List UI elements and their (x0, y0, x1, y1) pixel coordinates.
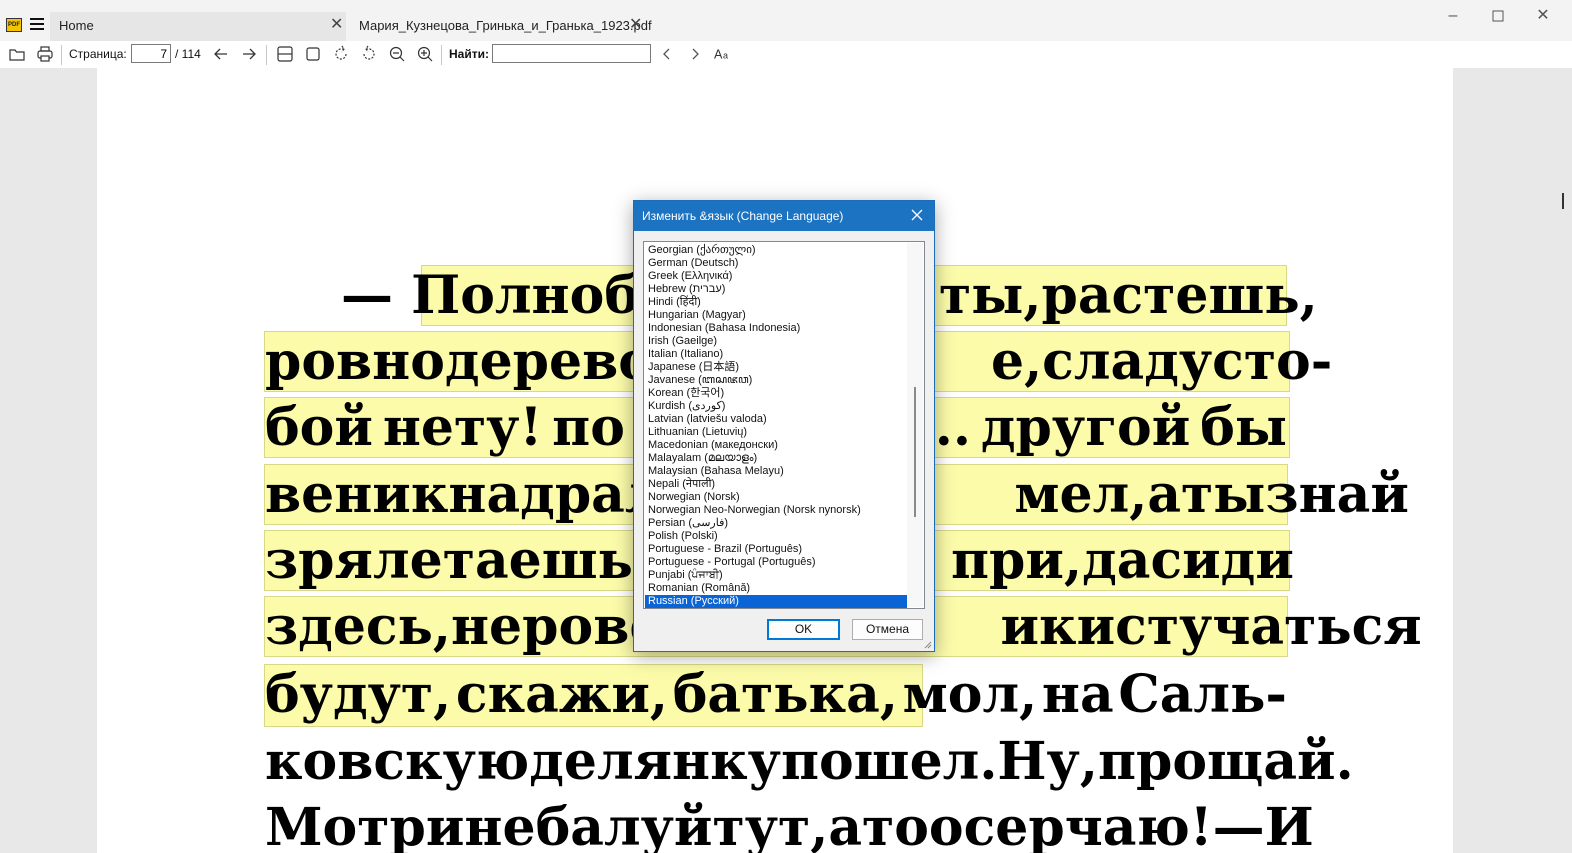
language-option[interactable]: Polish (Polski) (645, 530, 907, 543)
language-option[interactable]: German (Deutsch) (645, 257, 907, 270)
language-list[interactable]: Georgian (ქართული) German (Deutsch) Greek … (645, 244, 907, 608)
open-folder-icon[interactable] (8, 45, 26, 63)
resize-grip-icon[interactable] (922, 639, 932, 649)
rotate-left-icon[interactable] (332, 45, 350, 63)
dialog-title: Изменить &язык (Change Language) (642, 209, 844, 223)
language-option[interactable]: Irish (Gaeilge) (645, 335, 907, 348)
change-language-dialog: Изменить &язык (Change Language) Georgia… (633, 200, 935, 652)
tab-label: Home (59, 18, 94, 33)
find-input[interactable] (492, 44, 651, 63)
scrollbar-thumb[interactable] (914, 387, 916, 517)
language-option[interactable]: Norwegian Neo-Norwegian (Norsk nynorsk) (645, 504, 907, 517)
find-label: Найти: (449, 47, 489, 61)
close-icon[interactable] (908, 205, 926, 225)
cancel-button[interactable]: Отмена (852, 619, 923, 640)
language-option[interactable]: Portuguese - Brazil (Português) (645, 543, 907, 556)
zoom-out-icon[interactable] (388, 45, 406, 63)
language-option[interactable]: Persian (فارسی) (645, 517, 907, 530)
listbox-scrollbar[interactable] (907, 243, 923, 607)
svg-text:a: a (723, 51, 728, 61)
find-next-icon[interactable] (686, 45, 704, 63)
text-line: ковскую делянку пошел. Ну, прощай. (265, 731, 1354, 792)
language-option[interactable]: Malayalam (മലയാളം) (645, 452, 907, 465)
app-logo-icon: PDF (6, 18, 22, 32)
language-option[interactable]: Russian (Русский) (645, 595, 907, 608)
rotate-right-icon[interactable] (360, 45, 378, 63)
scrollbar-indicator[interactable] (1562, 193, 1564, 209)
zoom-in-icon[interactable] (416, 45, 434, 63)
print-icon[interactable] (36, 45, 54, 63)
language-option[interactable]: Romanian (Română) (645, 582, 907, 595)
close-tab-icon[interactable]: ✕ (330, 16, 343, 34)
language-option[interactable]: Malaysian (Bahasa Melayu) (645, 465, 907, 478)
close-tab-icon[interactable]: ✕ (629, 16, 642, 34)
language-option[interactable]: Nepali (नेपाली) (645, 478, 907, 491)
ok-button[interactable]: OK (767, 619, 840, 640)
language-option[interactable]: Kurdish (کوردی) (645, 400, 907, 413)
language-option[interactable]: Georgian (ქართული) (645, 244, 907, 257)
tab-document[interactable]: Мария_Кузнецова_Гринька_и_Гранька_1923.p… (350, 12, 652, 41)
language-option[interactable]: Macedonian (македонски) (645, 439, 907, 452)
language-option[interactable]: Norwegian (Norsk) (645, 491, 907, 504)
page-label: Страница: (69, 47, 127, 61)
language-option[interactable]: Lithuanian (Lietuvių) (645, 426, 907, 439)
menu-icon[interactable] (30, 18, 44, 32)
maximize-button[interactable] (1488, 6, 1508, 26)
language-option[interactable]: Japanese (日本語) (645, 361, 907, 374)
language-option[interactable]: Indonesian (Bahasa Indonesia) (645, 322, 907, 335)
language-option[interactable]: Hindi (हिंदी) (645, 296, 907, 309)
tab-label: Мария_Кузнецова_Гринька_и_Гранька_1923.p… (359, 18, 652, 33)
dialog-title-bar: Изменить &язык (Change Language) (634, 201, 934, 231)
toolbar: Страница: / 114 Найти: Aa (0, 41, 1572, 69)
text-line: будут, скажи, батька, мол, на Саль- (265, 664, 1287, 725)
language-option[interactable]: Korean (한국어) (645, 387, 907, 400)
title-bar: PDF Home ✕ Мария_Кузнецова_Гринька_и_Гра… (0, 0, 1572, 41)
text-line: Мотри не балуй тут, а то осерчаю! — И (265, 797, 1314, 853)
fit-width-icon[interactable] (276, 45, 294, 63)
page-total: / 114 (175, 47, 201, 61)
fit-page-icon[interactable] (304, 45, 322, 63)
match-case-icon[interactable]: Aa (714, 45, 732, 63)
minimize-button[interactable]: – (1443, 6, 1463, 26)
language-option[interactable]: Hungarian (Magyar) (645, 309, 907, 322)
next-page-icon[interactable] (240, 45, 258, 63)
previous-page-icon[interactable] (212, 45, 230, 63)
language-option[interactable]: Javanese (ꦧꦱꦗꦮ) (645, 374, 907, 387)
language-option[interactable]: Hebrew (עברית) (645, 283, 907, 296)
tab-home[interactable]: Home ✕ (50, 12, 346, 41)
language-listbox[interactable]: Georgian (ქართული) German (Deutsch) Greek … (643, 241, 925, 609)
find-previous-icon[interactable] (658, 45, 676, 63)
language-option[interactable]: Greek (Ελληνικά) (645, 270, 907, 283)
language-option[interactable]: Italian (Italiano) (645, 348, 907, 361)
language-option[interactable]: Latvian (latviešu valoda) (645, 413, 907, 426)
page-number-input[interactable] (131, 44, 171, 63)
close-window-button[interactable]: ✕ (1533, 6, 1553, 26)
language-option[interactable]: Portuguese - Portugal (Português) (645, 556, 907, 569)
svg-text:A: A (714, 48, 723, 62)
language-option[interactable]: Punjabi (ਪੰਜਾਬੀ) (645, 569, 907, 582)
